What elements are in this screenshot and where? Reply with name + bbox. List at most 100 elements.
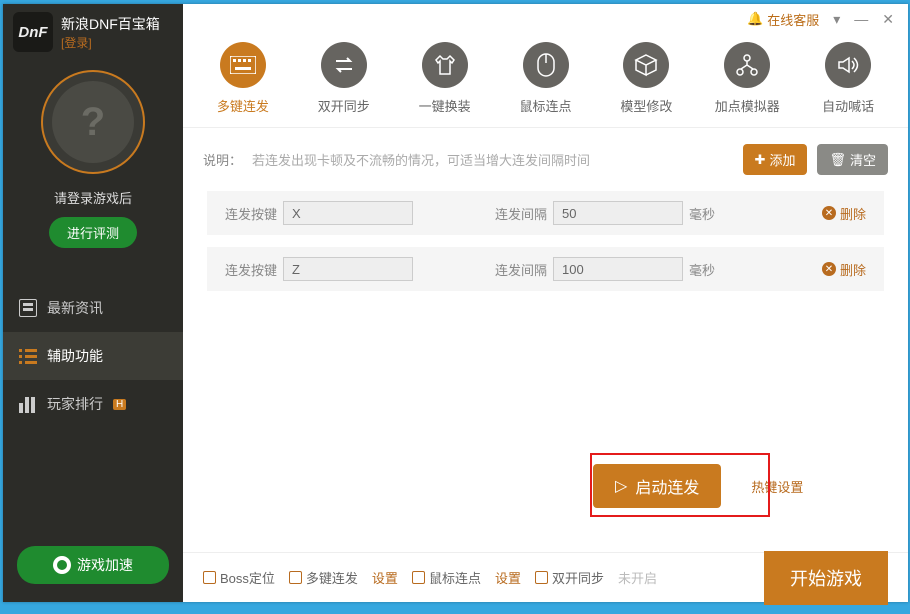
assist-icon [19, 347, 37, 365]
desc-label: 说明： [203, 150, 242, 169]
main-panel: 🔔 在线客服 ▾ — ✕ 多键连发 双开同步 一键换装 鼠标连点 [183, 4, 908, 602]
key-row: 连发按键 连发间隔 毫秒 ✕ 删除 [207, 247, 884, 291]
hot-badge: H [113, 399, 126, 410]
tool-label: 模型修改 [620, 96, 672, 115]
nav-label: 最新资讯 [47, 298, 103, 318]
app-title: 新浪DNF百宝箱 [61, 14, 160, 34]
chk-label: 多键连发 [306, 568, 358, 587]
nav-label: 玩家排行 [47, 394, 103, 414]
play-icon: ▷ [615, 476, 627, 496]
sync-icon [321, 42, 367, 88]
key-rows: 连发按键 连发间隔 毫秒 ✕ 删除 连发按键 连发间隔 毫秒 ✕ [183, 185, 908, 309]
clear-label: 清空 [850, 150, 876, 169]
tool-autoclick[interactable]: 鼠标连点 [501, 42, 591, 115]
delete-row-button[interactable]: ✕ 删除 [822, 204, 866, 223]
key-input[interactable] [283, 257, 413, 281]
add-label: 添加 [769, 150, 795, 169]
interval-label: 连发间隔 [495, 260, 547, 279]
key-row: 连发按键 连发间隔 毫秒 ✕ 删除 [207, 191, 884, 235]
logo-row: DnF 新浪DNF百宝箱 [登录] [3, 4, 183, 60]
delete-icon: ✕ [822, 262, 836, 276]
sidebar: DnF 新浪DNF百宝箱 [登录] ? 请登录游戏后 进行评测 最新资讯 辅助功… [3, 4, 183, 602]
start-burst-button[interactable]: ▷ 启动连发 [593, 464, 721, 508]
add-button[interactable]: ✚ 添加 [743, 144, 808, 175]
unit-label: 毫秒 [689, 260, 715, 279]
close-button[interactable]: ✕ [882, 11, 894, 28]
footer-bar: Boss定位 多键连发 设置 鼠标连点 设置 双开同步 未开启 开始游戏 [183, 552, 908, 602]
bell-icon: 🔔 [747, 11, 763, 27]
nav-label: 辅助功能 [47, 346, 103, 366]
tool-model[interactable]: 模型修改 [601, 42, 691, 115]
tool-label: 多键连发 [217, 96, 269, 115]
globe-icon [53, 556, 71, 574]
delete-row-button[interactable]: ✕ 删除 [822, 260, 866, 279]
key-input[interactable] [283, 201, 413, 225]
desc-text: 若连发出现卡顿及不流畅的情况，可适当增大连发间隔时间 [252, 150, 590, 169]
tool-simulator[interactable]: 加点模拟器 [702, 42, 792, 115]
delete-icon: ✕ [822, 206, 836, 220]
tool-label: 双开同步 [318, 96, 370, 115]
tool-dualsync[interactable]: 双开同步 [299, 42, 389, 115]
minimize-button[interactable]: — [854, 11, 868, 27]
unit-label: 毫秒 [689, 204, 715, 223]
description-row: 说明： 若连发出现卡顿及不流畅的情况，可适当增大连发间隔时间 ✚ 添加 🗑 清空 [183, 128, 908, 185]
login-link[interactable]: [登录] [61, 34, 160, 51]
tool-toolbar: 多键连发 双开同步 一键换装 鼠标连点 模型修改 加点模拟器 [183, 34, 908, 128]
online-support-link[interactable]: 🔔 在线客服 [747, 10, 819, 29]
app-window: DnF 新浪DNF百宝箱 [登录] ? 请登录游戏后 进行评测 最新资讯 辅助功… [3, 4, 908, 602]
app-logo: DnF [13, 12, 53, 52]
tree-icon [724, 42, 770, 88]
support-label: 在线客服 [767, 10, 819, 29]
chk-dualsync[interactable]: 双开同步 [535, 568, 604, 587]
clear-button[interactable]: 🗑 清空 [817, 144, 888, 175]
mouse-icon [523, 42, 569, 88]
checkbox-icon [535, 571, 548, 584]
evaluate-button[interactable]: 进行评测 [49, 217, 137, 248]
key-label: 连发按键 [225, 260, 277, 279]
delete-label: 删除 [840, 260, 866, 279]
chk-label: Boss定位 [220, 568, 275, 587]
settings-link[interactable]: 设置 [495, 568, 521, 587]
nav-assist[interactable]: 辅助功能 [3, 332, 183, 380]
nav-news[interactable]: 最新资讯 [3, 284, 183, 332]
tool-label: 自动喊话 [822, 96, 874, 115]
chk-label: 双开同步 [552, 568, 604, 587]
chk-autoclick[interactable]: 鼠标连点 [412, 568, 481, 587]
game-boost-button[interactable]: 游戏加速 [17, 546, 169, 584]
tool-multikey[interactable]: 多键连发 [198, 42, 288, 115]
tool-label: 鼠标连点 [519, 96, 571, 115]
chk-multikey[interactable]: 多键连发 [289, 568, 358, 587]
avatar-placeholder-icon: ? [52, 81, 134, 163]
start-label: 启动连发 [635, 474, 699, 498]
tool-outfit[interactable]: 一键换装 [400, 42, 490, 115]
checkbox-icon [203, 571, 216, 584]
titlebar: 🔔 在线客服 ▾ — ✕ [183, 4, 908, 34]
interval-input[interactable] [553, 257, 683, 281]
checkbox-icon [412, 571, 425, 584]
settings-link[interactable]: 设置 [372, 568, 398, 587]
not-enabled-label: 未开启 [618, 568, 657, 587]
rank-icon [19, 395, 37, 413]
cube-icon [623, 42, 669, 88]
checkbox-icon [289, 571, 302, 584]
plus-icon: ✚ [755, 152, 766, 168]
sidebar-nav: 最新资讯 辅助功能 玩家排行 H [3, 284, 183, 428]
chk-label: 鼠标连点 [429, 568, 481, 587]
tool-label: 一键换装 [419, 96, 471, 115]
tool-autoshout[interactable]: 自动喊话 [803, 42, 893, 115]
keyboard-icon [220, 42, 266, 88]
chk-boss[interactable]: Boss定位 [203, 568, 275, 587]
start-area: ▷ 启动连发 热键设置 [593, 464, 803, 508]
speaker-icon [825, 42, 871, 88]
start-game-button[interactable]: 开始游戏 [764, 551, 888, 605]
shirt-icon [422, 42, 468, 88]
interval-input[interactable] [553, 201, 683, 225]
delete-label: 删除 [840, 204, 866, 223]
tool-label: 加点模拟器 [715, 96, 780, 115]
login-prompt: 请登录游戏后 [54, 188, 132, 207]
nav-rank[interactable]: 玩家排行 H [3, 380, 183, 428]
trash-icon: 🗑 [829, 152, 846, 168]
avatar-ring: ? [41, 70, 145, 174]
menu-icon[interactable]: ▾ [833, 11, 840, 28]
hotkey-settings-link[interactable]: 热键设置 [751, 477, 803, 496]
